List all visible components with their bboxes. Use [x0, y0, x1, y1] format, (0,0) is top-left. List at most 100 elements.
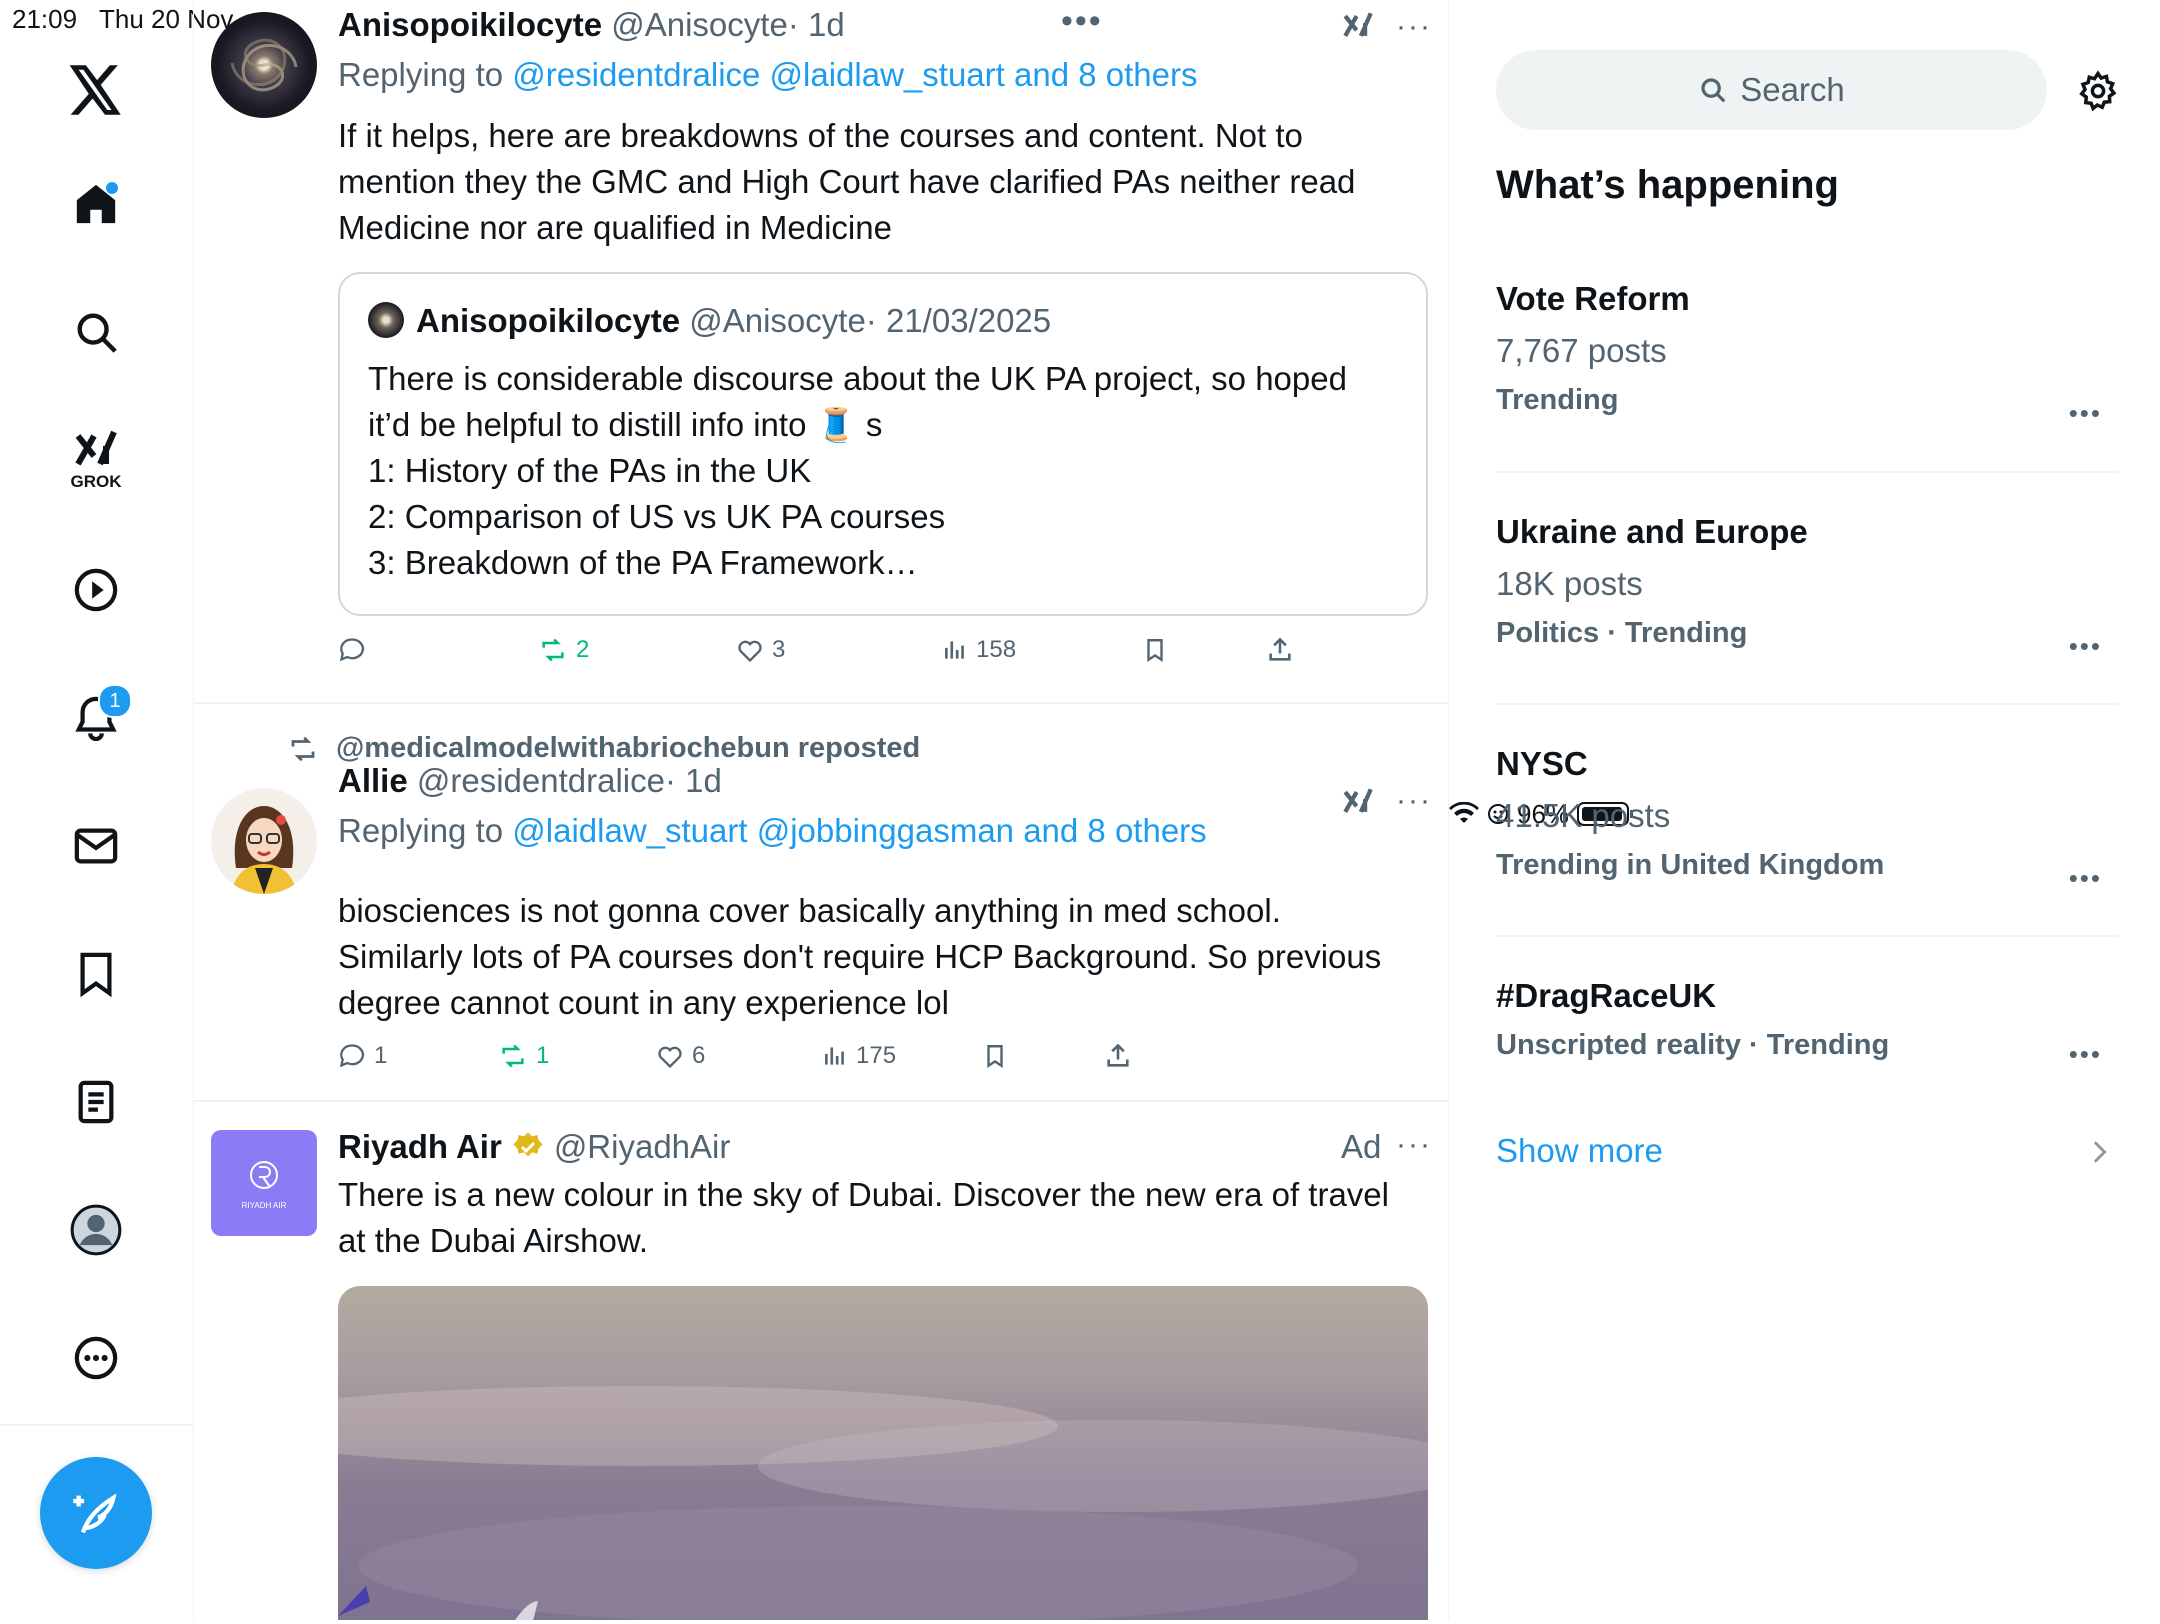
quoted-author-handle: @Anisocyte: [689, 302, 866, 339]
trend-more-icon[interactable]: •••: [2069, 1039, 2102, 1070]
ad-post[interactable]: RIYADH AIR Riyadh Air @RiyadhAir Ad ··· …: [193, 1102, 1448, 1620]
replying-mentions[interactable]: @laidlaw_stuart @jobbinggasman and 8 oth…: [512, 812, 1206, 849]
trend-more-icon[interactable]: •••: [2069, 398, 2102, 429]
trend-context: Unscripted reality · Trending: [1496, 1029, 1890, 1061]
post-text-line: mention they the GMC and High Court have…: [338, 163, 1356, 200]
messages-envelope-icon[interactable]: [56, 806, 136, 886]
home-icon[interactable]: [56, 164, 136, 244]
post-text-line: at the Dubai Airshow.: [338, 1222, 649, 1259]
quoted-text-line: 3: Breakdown of the PA Framework…: [368, 544, 918, 581]
trend-more-icon[interactable]: •••: [2069, 631, 2102, 662]
explore-search-icon[interactable]: [56, 292, 136, 372]
compose-feather-icon: [73, 1493, 117, 1534]
search-placeholder: Search: [1740, 71, 1845, 108]
author-handle[interactable]: @RiyadhAir: [554, 1128, 731, 1166]
post-text-line: Medicine nor are qualified in Medicine: [338, 209, 892, 246]
avatar[interactable]: [211, 788, 317, 894]
post-more-icon[interactable]: ···: [1396, 1128, 1432, 1162]
home-unread-dot: [106, 182, 118, 194]
trend-item[interactable]: #DragRaceUK Unscripted reality · Trendin…: [1496, 977, 2116, 1069]
trend-title: #DragRaceUK: [1496, 977, 1717, 1014]
avatar[interactable]: [211, 12, 317, 118]
grok-analyze-icon[interactable]: [1341, 8, 1375, 53]
trend-post-count: 41.5K posts: [1496, 797, 1671, 834]
post-time: · 1d: [787, 6, 845, 43]
bookmarks-icon[interactable]: [56, 934, 136, 1014]
replying-mentions[interactable]: @residentdralice @laidlaw_stuart and 8 o…: [512, 56, 1197, 93]
post-more-icon[interactable]: ···: [1396, 784, 1432, 818]
show-more-link[interactable]: Show more: [1496, 1132, 1663, 1170]
post[interactable]: Anisopoikilocyte @Anisocyte· 1d ••• ··· …: [193, 0, 1448, 704]
grok-analyze-icon[interactable]: [1341, 784, 1375, 829]
trend-divider: [1496, 471, 2118, 473]
quoted-text-line: 1: History of the PAs in the UK: [368, 452, 812, 489]
bookmark-button[interactable]: [1142, 636, 1168, 664]
quoted-header: Anisopoikilocyte @Anisocyte· 21/03/2025: [416, 302, 1051, 340]
share-button[interactable]: [1104, 1042, 1132, 1070]
trend-item[interactable]: NYSC 41.5K posts Trending in United King…: [1496, 745, 2116, 893]
post-text: If it helps, here are breakdowns of the …: [338, 113, 1428, 251]
post-text-line: If it helps, here are breakdowns of the …: [338, 117, 1303, 154]
lists-icon[interactable]: [56, 1062, 136, 1142]
views-button[interactable]: 158: [942, 636, 1016, 664]
author-handle[interactable]: @Anisocyte: [611, 6, 788, 43]
right-sidebar: Search What’s happening Vote Reform 7,76…: [1449, 0, 2160, 1620]
views-chart-icon: [825, 1047, 844, 1065]
trend-more-icon[interactable]: •••: [2069, 863, 2102, 894]
reply-button[interactable]: [338, 636, 374, 664]
quoted-text-line: 2: Comparison of US vs UK PA courses: [368, 498, 946, 535]
compose-post-button[interactable]: [40, 1457, 152, 1569]
advertiser-logo[interactable]: RIYADH AIR: [211, 1130, 317, 1236]
notifications-bell-icon[interactable]: 1: [56, 678, 136, 758]
profile-avatar-icon[interactable]: [56, 1190, 136, 1270]
author-name[interactable]: Anisopoikilocyte: [338, 6, 602, 43]
post-more-icon[interactable]: ···: [1396, 10, 1432, 44]
repost-count: 1: [536, 1042, 550, 1069]
post-text-line: degree cannot count in any experience lo…: [338, 984, 949, 1021]
repost-count: 2: [576, 636, 590, 663]
views-button[interactable]: 175: [822, 1042, 896, 1070]
author-name[interactable]: Riyadh Air: [338, 1128, 502, 1166]
settings-gear-icon[interactable]: [2077, 70, 2117, 112]
reply-icon: [339, 1044, 365, 1068]
views-chart-icon: [945, 641, 964, 659]
timeline: Anisopoikilocyte @Anisocyte· 1d ••• ··· …: [193, 0, 1449, 1620]
bookmark-button[interactable]: [982, 1042, 1008, 1070]
quoted-text-line: it’d be helpful to distill info into 🧵 s: [368, 406, 883, 443]
author-handle[interactable]: @residentdralice: [417, 762, 665, 799]
grok-icon[interactable]: GROK: [56, 420, 136, 500]
search-input[interactable]: Search: [1496, 50, 2047, 130]
reposted-by: @medicalmodelwithabriochebun reposted: [336, 732, 921, 764]
heart-icon: [738, 640, 762, 663]
like-button[interactable]: 6: [656, 1042, 705, 1070]
quoted-post[interactable]: Anisopoikilocyte @Anisocyte· 21/03/2025 …: [338, 272, 1428, 616]
reply-icon: [339, 638, 365, 662]
chevron-right-icon[interactable]: [2089, 1138, 2109, 1171]
share-button[interactable]: [1266, 636, 1294, 664]
video-play-icon[interactable]: [56, 550, 136, 630]
repost-button[interactable]: 1: [498, 1042, 549, 1070]
post-actions: 1 1 6 175: [338, 1042, 1428, 1082]
reply-button[interactable]: 1: [338, 1042, 387, 1070]
like-button[interactable]: 3: [736, 636, 785, 664]
ad-media-image[interactable]: [338, 1286, 1428, 1620]
logo-text: RIYADH AIR: [241, 1200, 287, 1210]
trend-post-count: 7,767 posts: [1496, 332, 1667, 369]
trend-item[interactable]: Vote Reform 7,767 posts Trending •••: [1496, 280, 2116, 428]
post[interactable]: @medicalmodelwithabriochebun reposted Al…: [193, 704, 1448, 1102]
trend-item[interactable]: Ukraine and Europe 18K posts Politics · …: [1496, 513, 2116, 661]
share-icon: [1269, 637, 1291, 661]
author-name[interactable]: Allie: [338, 762, 408, 799]
post-header: Riyadh Air @RiyadhAir: [338, 1128, 730, 1166]
search-icon: [1701, 78, 1726, 103]
notifications-badge: 1: [98, 684, 132, 718]
repost-icon: [542, 638, 564, 662]
repost-button[interactable]: 2: [538, 636, 589, 664]
x-logo-icon[interactable]: [56, 50, 136, 130]
trend-context: Politics · Trending: [1496, 617, 1748, 649]
repost-icon: [291, 736, 315, 761]
quoted-text: There is considerable discourse about th…: [368, 356, 1398, 586]
repost-context[interactable]: @medicalmodelwithabriochebun reposted: [286, 732, 920, 765]
more-options-icon[interactable]: [56, 1318, 136, 1398]
verified-gold-badge-icon: [513, 1132, 543, 1157]
